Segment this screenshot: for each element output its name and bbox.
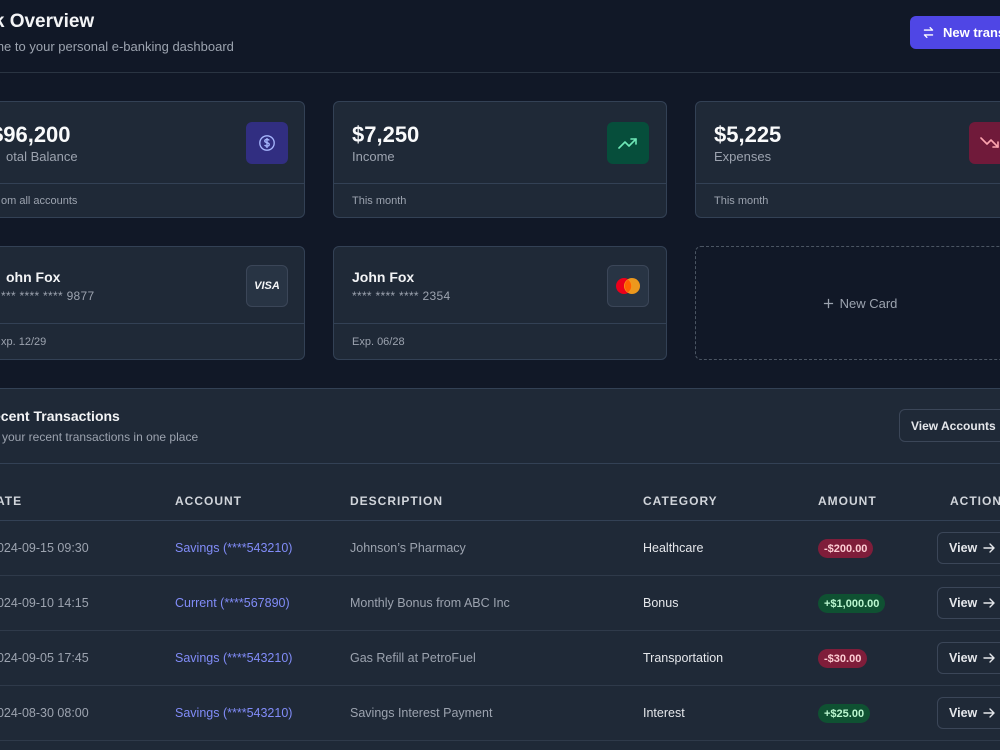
visa-icon: VISA bbox=[246, 265, 288, 307]
trending-up-icon bbox=[607, 122, 649, 164]
stat-card-expenses: $5,225 Expenses This month bbox=[695, 101, 1000, 218]
arrow-right-icon bbox=[983, 598, 995, 608]
amount-badge: +$1,000.00 bbox=[818, 594, 886, 613]
cell-category: Interest bbox=[643, 706, 685, 720]
cell-description: Gas Refill at PetroFuel bbox=[350, 651, 476, 665]
card-expiry: xp. 12/29 bbox=[1, 336, 47, 348]
amount-badge: -$30.00 bbox=[818, 649, 868, 668]
card-divider bbox=[334, 323, 666, 324]
amount-badge: -$200.00 bbox=[818, 539, 874, 558]
cell-account-link[interactable]: Savings (****543210) bbox=[175, 651, 292, 665]
cell-category: Bonus bbox=[643, 596, 679, 610]
stat-footer: This month bbox=[352, 195, 407, 207]
view-transaction-button[interactable]: View bbox=[937, 642, 1000, 674]
cell-description: Monthly Bonus from ABC Inc bbox=[350, 596, 510, 610]
arrow-right-icon bbox=[983, 708, 995, 718]
column-header-date: ATE bbox=[0, 494, 23, 508]
new-transaction-button[interactable]: New trans bbox=[910, 16, 1000, 49]
trending-down-icon bbox=[969, 122, 1000, 164]
view-label: View bbox=[949, 596, 978, 610]
mastercard-icon bbox=[607, 265, 649, 307]
payment-card-mastercard[interactable]: John Fox **** **** **** 2354 Exp. 06/28 bbox=[333, 246, 667, 360]
stat-card-total-balance: $96,200 otal Balance om all accounts bbox=[0, 101, 305, 218]
cell-account-link[interactable]: Savings (****543210) bbox=[175, 541, 292, 555]
card-brand: VISA bbox=[254, 280, 280, 292]
swap-icon bbox=[923, 26, 934, 39]
card-holder: John Fox bbox=[352, 269, 415, 285]
view-accounts-button[interactable]: View Accounts bbox=[899, 409, 1000, 442]
view-label: View bbox=[949, 706, 978, 720]
stat-label: Income bbox=[352, 149, 395, 164]
cell-date: 2024-08-30 08:00 bbox=[0, 706, 89, 720]
new-card-button[interactable]: New Card bbox=[695, 246, 1000, 360]
stat-value: $96,200 bbox=[0, 122, 71, 147]
view-transaction-button[interactable]: View bbox=[937, 532, 1000, 564]
view-transaction-button[interactable]: View bbox=[937, 587, 1000, 619]
view-transaction-button[interactable]: View bbox=[937, 697, 1000, 729]
amount-badge: +$25.00 bbox=[818, 704, 871, 723]
cell-category: Healthcare bbox=[643, 541, 704, 555]
view-label: View bbox=[949, 541, 978, 555]
stat-value: $5,225 bbox=[714, 122, 782, 147]
stat-card-income: $7,250 Income This month bbox=[333, 101, 667, 218]
card-divider bbox=[0, 323, 304, 324]
cell-account-link[interactable]: Savings (****543210) bbox=[175, 706, 292, 720]
cell-description: Savings Interest Payment bbox=[350, 706, 493, 720]
stat-label: Expenses bbox=[714, 149, 772, 164]
cell-account-link[interactable]: Current (****567890) bbox=[175, 596, 290, 610]
card-number: **** **** **** 2354 bbox=[352, 289, 451, 303]
column-header-action: ACTION bbox=[950, 494, 1000, 508]
page-header: ick Overview ome to your personal e-bank… bbox=[0, 0, 1000, 73]
stat-value: $7,250 bbox=[352, 122, 420, 147]
payment-card-visa[interactable]: ohn Fox *** **** **** 9877 VISA xp. 12/2… bbox=[0, 246, 305, 360]
stat-footer: om all accounts bbox=[1, 195, 78, 207]
table-row: 2024-09-10 14:15 Current (****567890) Mo… bbox=[0, 576, 1000, 631]
dollar-icon bbox=[246, 122, 288, 164]
view-label: View bbox=[949, 651, 978, 665]
card-divider bbox=[334, 183, 666, 184]
page-title: ick Overview bbox=[0, 11, 95, 32]
table-row: 2024-09-15 09:30 Savings (****543210) Jo… bbox=[0, 521, 1000, 576]
transactions-title: ecent Transactions bbox=[0, 408, 120, 424]
card-holder: ohn Fox bbox=[6, 269, 61, 285]
arrow-right-icon bbox=[983, 543, 995, 553]
new-card-label: New Card bbox=[839, 295, 898, 311]
card-divider bbox=[696, 183, 1000, 184]
table-row: 2024-09-05 17:45 Savings (****543210) Ga… bbox=[0, 631, 1000, 686]
cell-date: 2024-09-15 09:30 bbox=[0, 541, 89, 555]
cell-description: Johnson’s Pharmacy bbox=[350, 541, 466, 555]
stat-label: otal Balance bbox=[6, 149, 78, 164]
new-transaction-label: New trans bbox=[943, 25, 1000, 40]
stat-footer: This month bbox=[714, 195, 769, 207]
column-header-category: CATEGORY bbox=[643, 494, 718, 508]
arrow-right-icon bbox=[983, 653, 995, 663]
card-divider bbox=[0, 183, 304, 184]
plus-icon bbox=[823, 298, 833, 308]
card-number: *** **** **** 9877 bbox=[1, 289, 95, 303]
page-subtitle: ome to your personal e-banking dashboard bbox=[0, 39, 234, 54]
transactions-subtitle: l your recent transactions in one place bbox=[0, 430, 199, 444]
column-header-account: ACCOUNT bbox=[175, 494, 242, 508]
column-header-amount: AMOUNT bbox=[818, 494, 877, 508]
panel-divider bbox=[0, 463, 1000, 464]
table-row: 2024-08-30 08:00 Savings (****543210) Sa… bbox=[0, 686, 1000, 741]
cell-date: 2024-09-05 17:45 bbox=[0, 651, 89, 665]
cell-category: Transportation bbox=[643, 651, 724, 665]
card-expiry: Exp. 06/28 bbox=[352, 336, 405, 348]
cell-date: 2024-09-10 14:15 bbox=[0, 596, 89, 610]
column-header-description: DESCRIPTION bbox=[350, 494, 444, 508]
